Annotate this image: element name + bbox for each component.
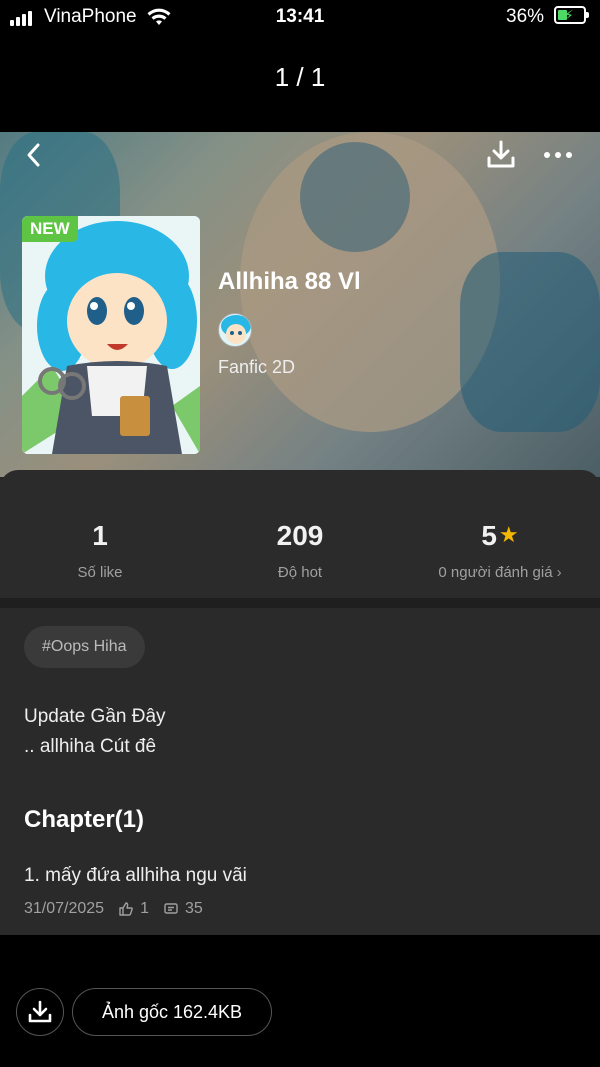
- stat-hot: 209 Độ hot: [200, 520, 400, 581]
- battery-percent: 36%: [506, 6, 545, 27]
- tag-chip[interactable]: #Oops Hiha: [24, 626, 145, 668]
- likes-label: Số like: [77, 564, 123, 581]
- chapter-meta: 31/07/2025 1 35: [24, 900, 203, 918]
- cover-art-illustration: [22, 216, 200, 454]
- hot-count: 209: [276, 520, 324, 551]
- rating-value: 5: [481, 520, 497, 551]
- battery-icon: ⚡: [554, 6, 589, 24]
- hero-banner: NEW Allhiha 88 Vl Fanfic 2D: [0, 132, 600, 477]
- more-options-icon[interactable]: [544, 142, 578, 168]
- thumbs-up-icon: [119, 902, 133, 916]
- stat-rating[interactable]: 5★ 0 người đánh giá ›: [400, 520, 600, 581]
- status-bar: VinaPhone 13:41 36% ⚡: [0, 0, 600, 34]
- chapter-title[interactable]: 1. mấy đứa allhiha ngu vãi: [24, 865, 247, 887]
- author-avatar[interactable]: [218, 313, 252, 347]
- rating-count-label: 0 người đánh giá: [438, 564, 553, 581]
- update-heading: Update Gần Đây: [24, 706, 166, 727]
- comic-genre: Fanfic 2D: [218, 357, 296, 377]
- view-original-button[interactable]: Ảnh gốc 162.4KB: [72, 988, 272, 1036]
- star-icon: ★: [498, 522, 519, 547]
- new-badge: NEW: [22, 216, 78, 242]
- section-divider: [0, 598, 600, 608]
- stats-panel: 1 Số like 209 Độ hot 5★ 0 người đánh giá…: [0, 470, 600, 598]
- chevron-right-icon: ›: [556, 564, 562, 581]
- page-counter: 1 / 1: [274, 62, 326, 92]
- likes-count: 1: [92, 520, 108, 551]
- comic-title: Allhiha 88 Vl: [218, 268, 361, 295]
- chapters-heading: Chapter(1): [24, 806, 145, 833]
- update-text: .. allhiha Cút đê: [24, 736, 157, 757]
- chapter-comments: 35: [184, 900, 203, 917]
- save-image-button[interactable]: [16, 988, 64, 1036]
- comment-icon: [164, 903, 178, 914]
- chapter-date: 31/07/2025: [24, 900, 105, 917]
- back-icon[interactable]: [20, 140, 50, 170]
- comic-cover-image[interactable]: NEW: [22, 216, 200, 454]
- hot-label: Độ hot: [277, 564, 323, 581]
- download-icon: [28, 1000, 52, 1023]
- comic-detail-screenshot[interactable]: NEW Allhiha 88 Vl Fanfic 2D 1 Số like 20…: [0, 132, 600, 935]
- download-icon[interactable]: [484, 138, 518, 172]
- stat-likes: 1 Số like: [0, 520, 200, 581]
- chapter-likes: 1: [140, 900, 149, 917]
